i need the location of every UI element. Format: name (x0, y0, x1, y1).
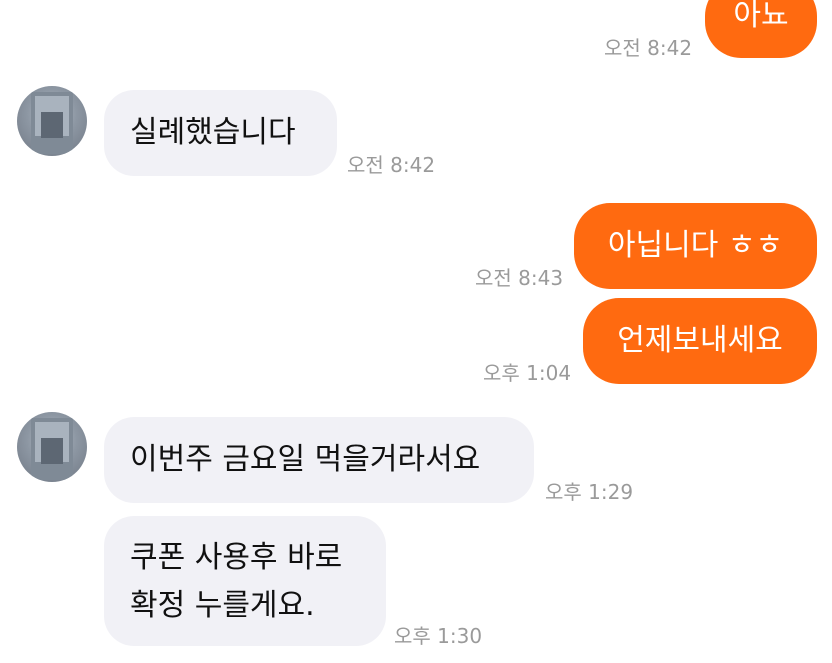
message-bubble-incoming[interactable]: 쿠폰 사용후 바로 확정 누를게요. (104, 516, 386, 646)
message-text: 언제보내세요 (617, 323, 783, 358)
message-timestamp: 오전 8:43 (475, 266, 564, 290)
message-timestamp: 오후 1:04 (483, 361, 572, 385)
message-text: 실례했습니다 (130, 115, 296, 150)
message-bubble-incoming[interactable]: 실례했습니다 (104, 90, 337, 176)
message-text-line: 쿠폰 사용후 바로 (130, 540, 343, 575)
message-timestamp: 오후 1:29 (545, 480, 634, 504)
contact-avatar[interactable] (17, 86, 87, 156)
message-bubble-outgoing[interactable]: 언제보내세요 (583, 298, 817, 384)
contact-avatar[interactable] (17, 412, 87, 482)
message-bubble-outgoing[interactable]: 아뇨 (705, 0, 817, 58)
message-timestamp: 오전 8:42 (604, 36, 693, 60)
message-text-line: 확정 누를게요. (130, 588, 315, 623)
message-text: 아뇨 (733, 0, 789, 33)
message-timestamp: 오후 1:30 (394, 624, 483, 648)
message-bubble-outgoing[interactable]: 아닙니다 ㅎㅎ (574, 203, 817, 289)
message-text: 이번주 금요일 먹을거라서요 (130, 442, 481, 477)
message-text: 아닙니다 ㅎㅎ (607, 228, 784, 263)
message-bubble-incoming[interactable]: 이번주 금요일 먹을거라서요 (104, 417, 534, 503)
chat-thread[interactable]: 아뇨 오전 8:42 실례했습니다 오전 8:42 아닙니다 ㅎㅎ 오전 8:4… (0, 0, 832, 663)
message-timestamp: 오전 8:42 (347, 153, 436, 177)
